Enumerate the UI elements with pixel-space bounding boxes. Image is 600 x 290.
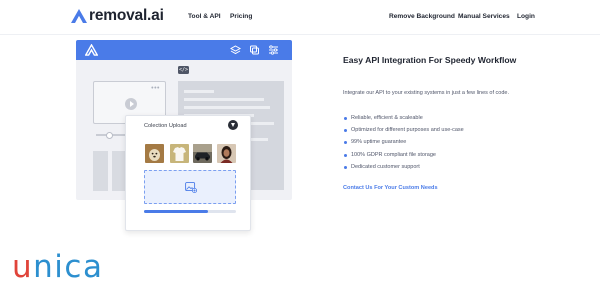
image-upload-icon <box>185 182 197 193</box>
car-thumbnail[interactable] <box>193 144 212 163</box>
layers-icon <box>230 45 241 55</box>
placeholder-block <box>93 151 108 191</box>
logo[interactable]: removal.ai <box>70 7 164 25</box>
placeholder-block <box>112 151 125 191</box>
feature-item: Optimized for different purposes and use… <box>343 126 464 138</box>
watermark-part-nica: nica <box>33 249 104 285</box>
nav-login[interactable]: Login <box>517 12 535 22</box>
placeholder-line <box>184 106 270 109</box>
feature-item: Reliable, efficient & scaleable <box>343 114 464 126</box>
top-nav: removal.ai Tool & API Pricing Remove Bac… <box>0 0 600 35</box>
section-heading: Easy API Integration For Speedy Workflow <box>343 55 517 65</box>
sliders-icon <box>269 45 278 55</box>
dog-thumbnail[interactable] <box>145 144 164 163</box>
upload-progress-fill <box>144 210 209 213</box>
removal-logo-icon <box>71 9 87 23</box>
section-description: Integrate our API to your existing syste… <box>343 90 509 96</box>
more-dots-icon: ••• <box>151 85 160 92</box>
watermark-part-u: u <box>12 249 34 285</box>
feature-list: Reliable, efficient & scaleable Optimize… <box>343 114 464 175</box>
nav-remove-background[interactable]: Remove Background <box>389 12 455 22</box>
nav-tool-api[interactable]: Tool & API <box>188 12 221 22</box>
placeholder-line <box>184 90 214 93</box>
feature-item: 100% GDPR compliant file storage <box>343 151 464 163</box>
code-icon: </> <box>178 66 189 74</box>
removal-logo-icon <box>85 44 98 56</box>
feature-item: Dedicated customer support <box>343 163 464 175</box>
upload-progress-bar <box>144 210 236 213</box>
collection-upload-card: Colection Upload <box>125 115 251 231</box>
upload-dropzone[interactable] <box>144 170 236 204</box>
placeholder-line <box>184 98 264 101</box>
card-title: Colection Upload <box>144 123 187 129</box>
woman-thumbnail[interactable] <box>217 144 236 163</box>
contact-us-link[interactable]: Contact Us For Your Custom Needs <box>343 184 438 192</box>
unica-watermark-logo: u nica <box>12 249 104 285</box>
feature-item: 99% uptime guarantee <box>343 138 464 150</box>
slider-knob <box>106 131 113 139</box>
nav-manual-services[interactable]: Manual Services <box>458 12 510 22</box>
window-title-bar <box>76 40 292 60</box>
upload-icon[interactable] <box>228 120 238 130</box>
nav-pricing[interactable]: Pricing <box>230 12 252 22</box>
play-icon <box>125 98 137 110</box>
tshirt-thumbnail[interactable] <box>170 144 189 163</box>
copy-icon <box>250 45 259 55</box>
logo-text: removal.ai <box>89 7 164 24</box>
